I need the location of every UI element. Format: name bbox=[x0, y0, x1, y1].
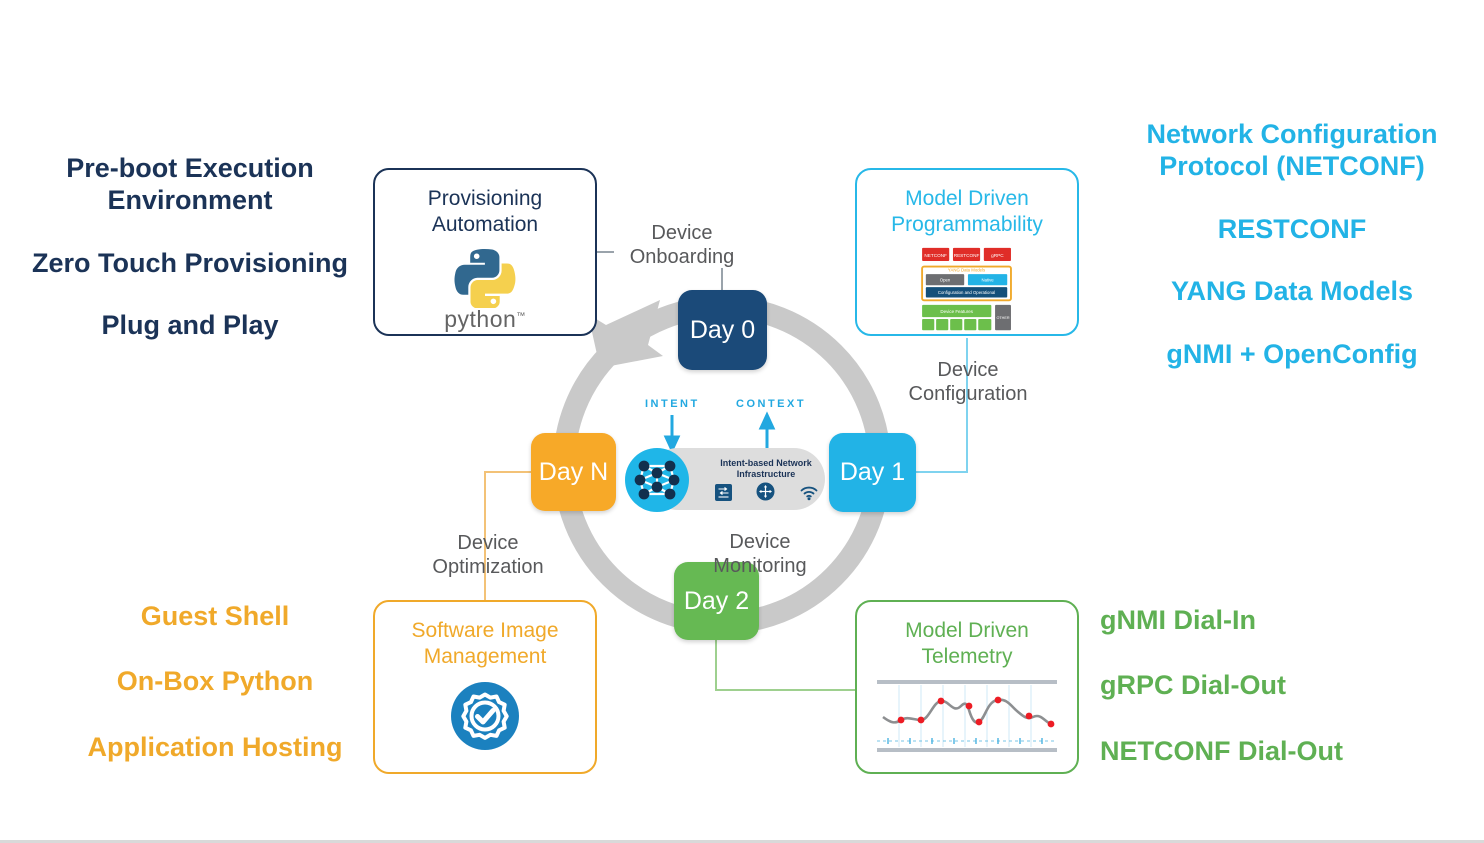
list-item: gRPC Dial-Out bbox=[1100, 670, 1286, 701]
card-provisioning-automation[interactable]: Provisioning Automation python™ bbox=[373, 168, 597, 336]
card-model-driven-telemetry[interactable]: Model Driven Telemetry bbox=[855, 600, 1079, 774]
svg-text:Device Features: Device Features bbox=[940, 309, 973, 314]
context-label: CONTEXT bbox=[736, 398, 807, 410]
svg-text:NETCONF: NETCONF bbox=[924, 253, 947, 258]
network-mesh-icon bbox=[625, 448, 689, 512]
list-item: gNMI Dial-In bbox=[1100, 605, 1256, 635]
svg-text:Open: Open bbox=[940, 278, 951, 283]
telemetry-waveform-icon bbox=[877, 680, 1057, 753]
connector-label-configuration: Device Configuration bbox=[908, 359, 1028, 405]
list-item: gNMI + OpenConfig bbox=[1166, 338, 1418, 369]
router-icon bbox=[756, 482, 775, 501]
wireless-icon bbox=[800, 486, 818, 501]
connector-monitoring bbox=[715, 640, 855, 691]
svg-text:Configuration and Operational: Configuration and Operational bbox=[938, 290, 995, 295]
list-item: Zero Touch Provisioning bbox=[31, 247, 348, 278]
slide-canvas: Pre-boot Execution Environment Zero Touc… bbox=[0, 0, 1484, 843]
pxe-feature-list: Pre-boot Execution Environment Zero Touc… bbox=[10, 152, 370, 372]
stage-day-n[interactable]: Day N bbox=[531, 433, 616, 511]
programmability-feature-list: Network Configuration Protocol (NETCONF)… bbox=[1100, 118, 1484, 400]
intent-arrow-icon bbox=[663, 415, 681, 454]
hub-title: Intent-based Network Infrastructure bbox=[720, 458, 812, 480]
trademark-mark: ™ bbox=[516, 310, 526, 321]
card-title: Model Driven Telemetry bbox=[905, 619, 1029, 669]
stage-day-1[interactable]: Day 1 bbox=[829, 433, 916, 512]
connector-label-monitoring: Device Monitoring bbox=[713, 531, 807, 577]
stage-day-0[interactable]: Day 0 bbox=[678, 290, 767, 370]
intent-label: INTENT bbox=[645, 398, 700, 410]
list-item: Guest Shell bbox=[140, 601, 290, 631]
svg-text:YANG Data Models: YANG Data Models bbox=[948, 267, 985, 272]
stage-label: Day 1 bbox=[839, 458, 906, 486]
hub-device-icons bbox=[715, 482, 819, 501]
telemetry-axis-ticks bbox=[877, 738, 1057, 745]
context-arrow-icon bbox=[758, 411, 776, 448]
python-wordmark-text: python bbox=[444, 306, 517, 333]
stage-label: Day 2 bbox=[683, 586, 750, 615]
stage-label: Day 0 bbox=[689, 315, 756, 344]
mesh-nodes-icon bbox=[634, 460, 680, 500]
card-title: Software Image Management bbox=[411, 619, 559, 669]
card-title: Model Driven Programmability bbox=[891, 187, 1043, 237]
connector-label-optimization: Device Optimization bbox=[432, 532, 544, 578]
stage-label: Day N bbox=[538, 457, 609, 486]
onbox-feature-list: Guest Shell On-Box Python Application Ho… bbox=[40, 600, 390, 796]
list-item: Plug and Play bbox=[101, 310, 279, 341]
ring-arrowhead-icon bbox=[588, 300, 663, 368]
connector-monitoring-path bbox=[715, 640, 855, 691]
yang-stack-diagram-icon: NETCONF RESTCONF gRPC YANG Data Models O… bbox=[921, 247, 1012, 331]
telemetry-feature-list: gNMI Dial-In gRPC Dial-Out NETCONF Dial-… bbox=[1100, 604, 1484, 800]
list-item: Network Configuration Protocol (NETCONF) bbox=[1146, 119, 1438, 182]
python-logo-wrap: python™ bbox=[444, 244, 526, 333]
python-wordmark: python™ bbox=[444, 306, 526, 333]
list-item: Application Hosting bbox=[87, 731, 343, 762]
svg-text:Native: Native bbox=[981, 278, 994, 283]
python-logo-icon bbox=[454, 249, 516, 309]
list-item: YANG Data Models bbox=[1170, 276, 1414, 307]
switch-icon bbox=[715, 484, 732, 501]
gear-check-icon bbox=[451, 682, 519, 751]
svg-text:OTHER: OTHER bbox=[996, 316, 1009, 320]
list-item: RESTCONF bbox=[1217, 213, 1367, 244]
card-title: Provisioning Automation bbox=[427, 187, 543, 237]
list-item: Pre-boot Execution Environment bbox=[66, 153, 314, 216]
svg-text:RESTCONF: RESTCONF bbox=[954, 253, 980, 258]
connector-label-onboarding: Device Onboarding bbox=[629, 222, 735, 268]
list-item: On-Box Python bbox=[116, 666, 314, 697]
intent-based-network-hub: Intent-based Network Infrastructure bbox=[625, 448, 825, 512]
card-model-driven-programmability[interactable]: Model Driven Programmability NETCONF RES… bbox=[855, 168, 1079, 336]
card-software-image-management[interactable]: Software Image Management bbox=[373, 600, 597, 774]
svg-text:gRPC: gRPC bbox=[991, 253, 1004, 258]
list-item: NETCONF Dial-Out bbox=[1100, 735, 1343, 766]
